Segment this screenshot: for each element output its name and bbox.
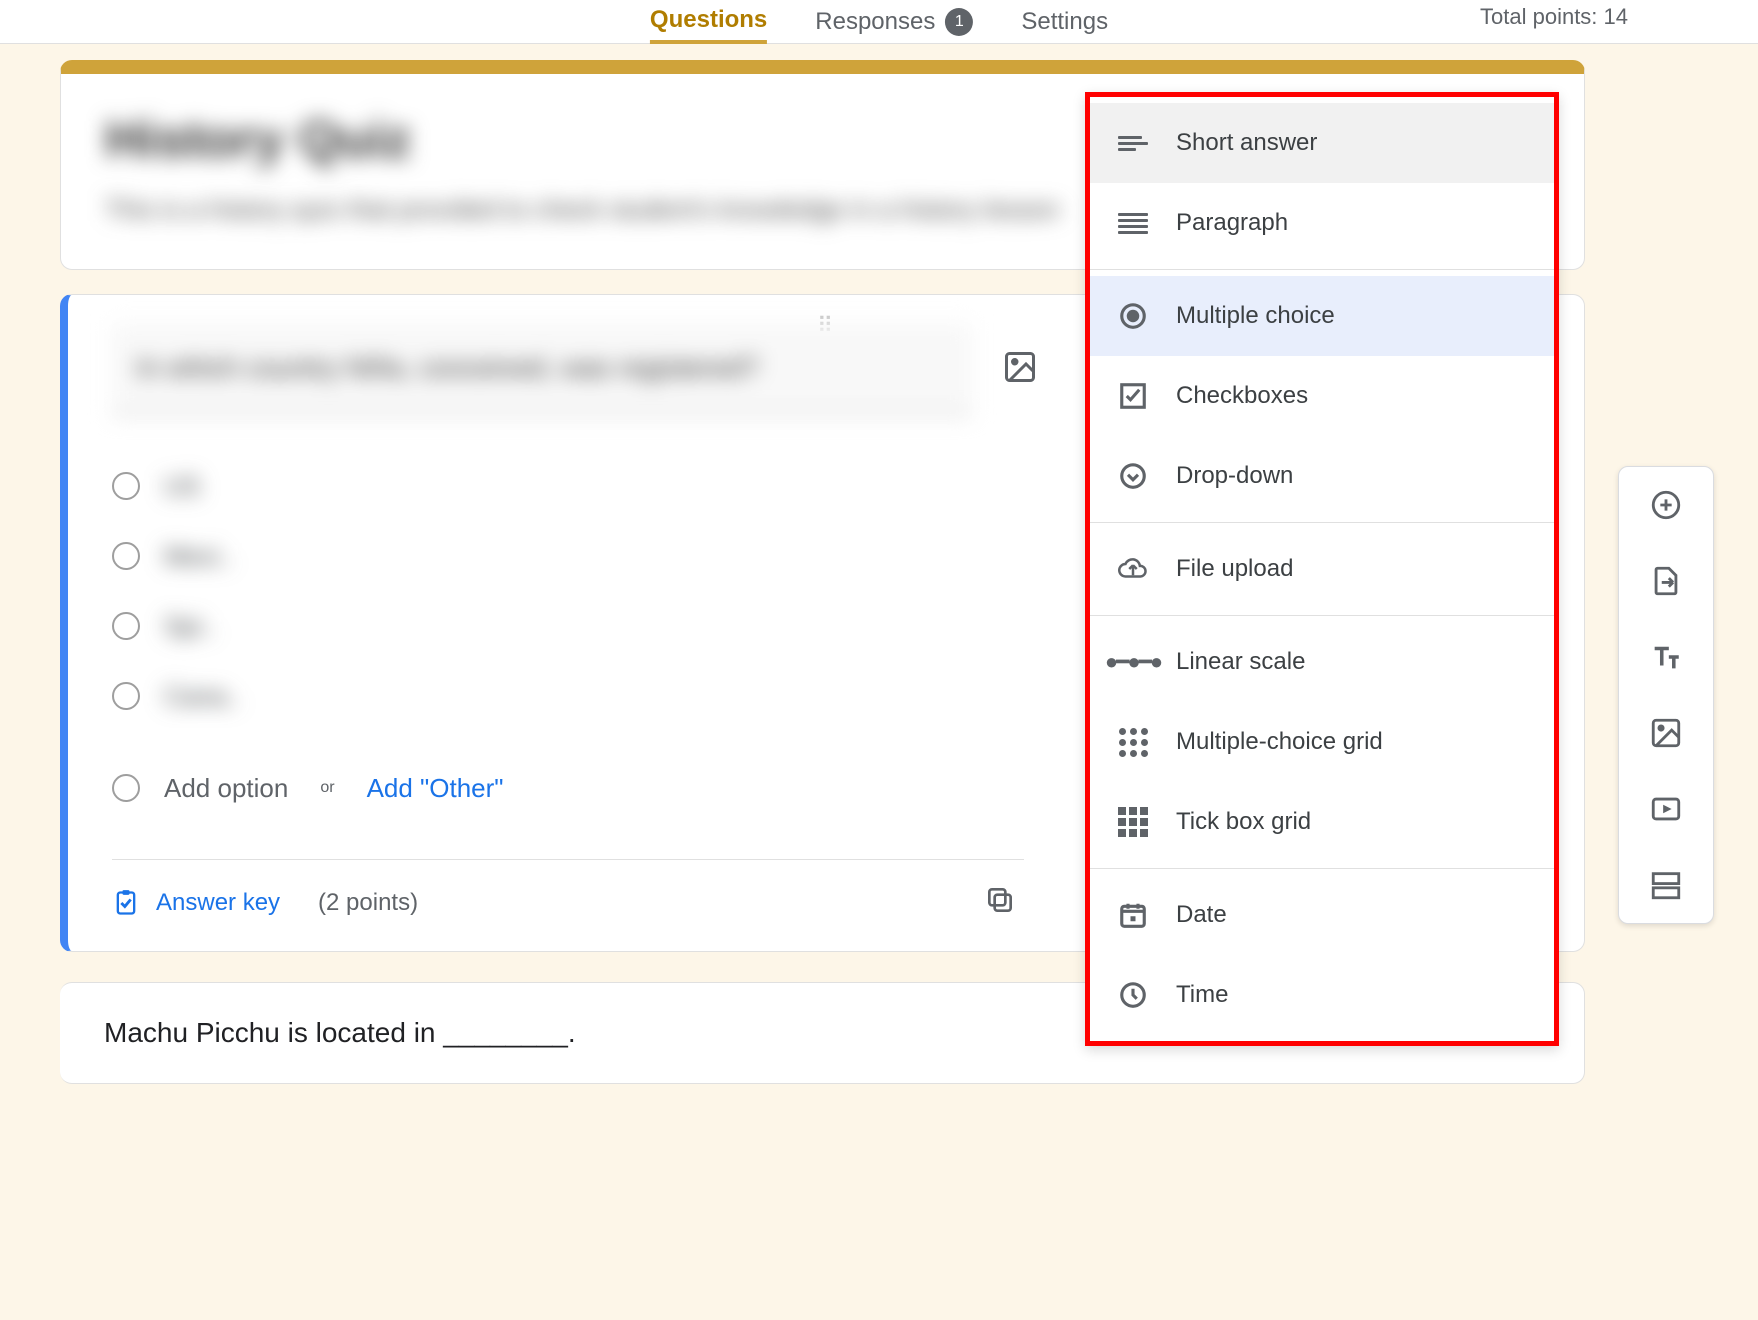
top-bar: Questions Responses 1 Settings Total poi…: [0, 0, 1758, 44]
add-section-button[interactable]: [1646, 865, 1686, 905]
option-text[interactable]: US: [164, 471, 200, 502]
tabs: Questions Responses 1 Settings: [650, 0, 1108, 44]
type-option-checkboxes[interactable]: Checkboxes: [1090, 356, 1554, 436]
answer-key-label: Answer key: [156, 889, 280, 917]
type-option-file-upload[interactable]: File upload: [1090, 529, 1554, 609]
or-text: or: [320, 779, 334, 797]
question-row: [112, 323, 1024, 415]
tab-settings[interactable]: Settings: [1021, 0, 1108, 44]
text-icon: [1649, 640, 1683, 674]
type-label: Paragraph: [1176, 209, 1288, 237]
clock-icon: [1118, 980, 1148, 1010]
tab-label: Questions: [650, 8, 767, 32]
import-questions-button[interactable]: [1646, 561, 1686, 601]
dropdown-icon: [1118, 461, 1148, 491]
image-icon: [1649, 716, 1683, 750]
option-text[interactable]: Mexi..: [164, 541, 233, 572]
checkbox-icon: [1118, 381, 1148, 411]
option-row[interactable]: US: [112, 451, 1024, 521]
video-icon: [1649, 792, 1683, 826]
option-row[interactable]: Cana..: [112, 661, 1024, 731]
tab-label: Responses: [815, 10, 935, 34]
add-image-button[interactable]: [1646, 713, 1686, 753]
tab-questions[interactable]: Questions: [650, 0, 767, 44]
radio-icon: [1118, 301, 1148, 331]
type-option-paragraph[interactable]: Paragraph: [1090, 183, 1554, 263]
option-row[interactable]: Spi..: [112, 591, 1024, 661]
options-list: US Mexi.. Spi.. Cana.. Add option or Add…: [112, 451, 1024, 823]
add-image-button[interactable]: [1002, 349, 1038, 385]
type-label: File upload: [1176, 555, 1293, 583]
type-option-linear-scale[interactable]: ●━●━● Linear scale: [1090, 622, 1554, 702]
type-label: Drop-down: [1176, 462, 1293, 490]
image-icon: [1002, 349, 1038, 385]
type-label: Tick box grid: [1176, 808, 1311, 836]
radio-icon: [112, 774, 140, 802]
divider: [112, 859, 1024, 860]
responses-count-badge: 1: [945, 8, 973, 36]
question-type-dropdown[interactable]: Short answer Paragraph Multiple choice C…: [1085, 92, 1559, 1046]
calendar-icon: [1118, 900, 1148, 930]
add-option-row: Add option or Add "Other": [112, 753, 1024, 823]
copy-icon: [984, 884, 1016, 916]
radio-icon: [112, 682, 140, 710]
radio-icon: [112, 542, 140, 570]
question-text-input[interactable]: [112, 323, 972, 415]
type-label: Date: [1176, 901, 1227, 929]
section-icon: [1649, 868, 1683, 902]
add-question-button[interactable]: [1646, 485, 1686, 525]
add-video-button[interactable]: [1646, 789, 1686, 829]
type-option-short-answer[interactable]: Short answer: [1090, 103, 1554, 183]
type-option-multiple-choice-grid[interactable]: Multiple-choice grid: [1090, 702, 1554, 782]
option-text[interactable]: Spi..: [164, 611, 216, 642]
question-input-wrap: [112, 323, 972, 415]
clipboard-check-icon: [112, 889, 140, 917]
duplicate-button[interactable]: [984, 884, 1016, 921]
import-icon: [1649, 564, 1683, 598]
type-label: Checkboxes: [1176, 382, 1308, 410]
type-label: Multiple-choice grid: [1176, 728, 1383, 756]
tab-responses[interactable]: Responses 1: [815, 0, 973, 44]
add-other-link[interactable]: Add "Other": [367, 773, 504, 804]
paragraph-icon: [1118, 208, 1148, 238]
floating-toolbar: [1618, 466, 1714, 924]
points-label: (2 points): [318, 889, 418, 917]
type-label: Time: [1176, 981, 1228, 1009]
question-footer: Answer key (2 points): [112, 884, 1024, 921]
cloud-upload-icon: [1118, 554, 1148, 584]
type-option-time[interactable]: Time: [1090, 955, 1554, 1035]
add-title-button[interactable]: [1646, 637, 1686, 677]
add-option-link[interactable]: Add option: [164, 773, 288, 804]
short-answer-icon: [1118, 128, 1148, 158]
option-text[interactable]: Cana..: [164, 681, 241, 712]
type-option-dropdown[interactable]: Drop-down: [1090, 436, 1554, 516]
total-points: Total points: 14: [1480, 4, 1628, 30]
answer-key-button[interactable]: Answer key: [112, 889, 280, 917]
type-option-tick-box-grid[interactable]: Tick box grid: [1090, 782, 1554, 862]
linear-scale-icon: ●━●━●: [1118, 647, 1148, 677]
dot-grid-icon: [1118, 727, 1148, 757]
tab-label: Settings: [1021, 10, 1108, 34]
radio-icon: [112, 612, 140, 640]
radio-icon: [112, 472, 140, 500]
type-label: Short answer: [1176, 129, 1317, 157]
option-row[interactable]: Mexi..: [112, 521, 1024, 591]
type-label: Multiple choice: [1176, 302, 1335, 330]
type-label: Linear scale: [1176, 648, 1305, 676]
square-grid-icon: [1118, 807, 1148, 837]
plus-circle-icon: [1649, 488, 1683, 522]
type-option-date[interactable]: Date: [1090, 875, 1554, 955]
type-option-multiple-choice[interactable]: Multiple choice: [1090, 276, 1554, 356]
